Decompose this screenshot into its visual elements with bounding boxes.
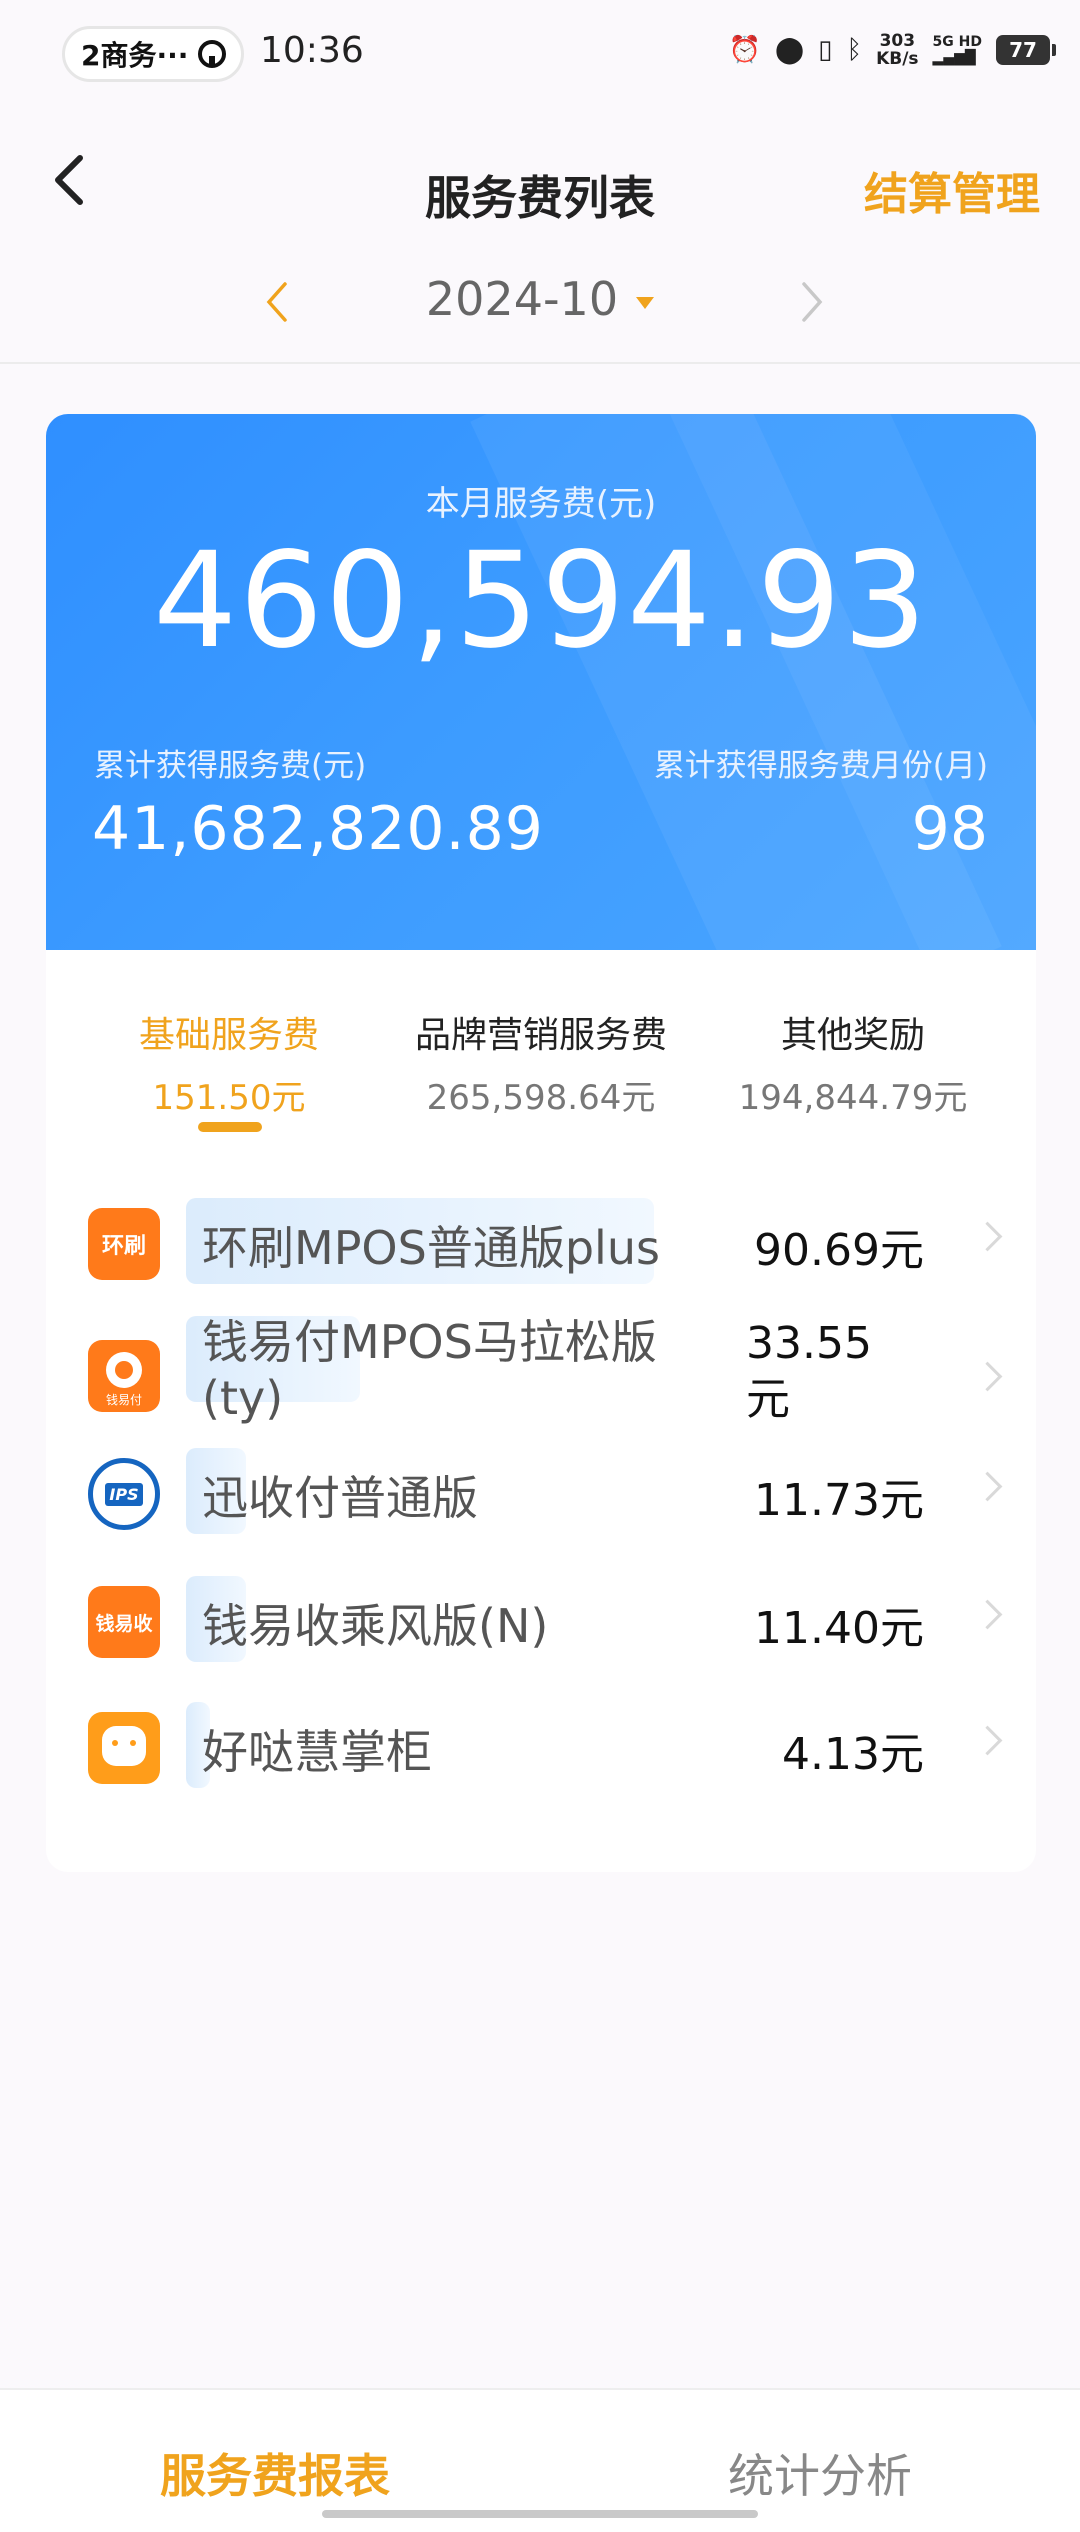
product-name: 环刷MPOS普通版plus bbox=[202, 1221, 660, 1275]
ips-logo-icon: IPS bbox=[88, 1458, 160, 1530]
month-label: 2024-10 bbox=[425, 272, 619, 326]
qianyishou-logo-icon: 钱易收 bbox=[88, 1586, 160, 1658]
status-icons: ⏰ ⬤ ▯ ᛒ 303 KB/s 5G HD ▂▄▆█ 77 bbox=[728, 31, 1056, 69]
month-fee-value: 460,594.93 bbox=[153, 524, 929, 678]
product-name: 钱易付MPOS马拉松版 (ty) bbox=[202, 1315, 657, 1425]
product-fee: 11.40元 bbox=[754, 1603, 924, 1654]
summary-card: 本月服务费(元) 460,594.93 累计获得服务费(元) 41,682,82… bbox=[46, 414, 1036, 950]
product-name: 钱易收乘风版(N) bbox=[202, 1599, 549, 1653]
chevron-right-icon bbox=[972, 1599, 1003, 1630]
list-item[interactable]: IPS 迅收付普通版 11.73元 bbox=[46, 1436, 1036, 1564]
header-divider bbox=[0, 362, 1080, 364]
nav-service-fee-report[interactable]: 服务费报表 bbox=[160, 2440, 390, 2506]
product-name: 好哒慧掌柜 bbox=[202, 1725, 432, 1779]
settlement-management-link[interactable]: 结算管理 bbox=[864, 158, 1040, 222]
tab-other-rewards[interactable]: 其他奖励 194,844.79元 bbox=[688, 1006, 1018, 1119]
net-speed: 303 KB/s bbox=[876, 31, 919, 69]
total-fee-label: 累计获得服务费(元) bbox=[94, 748, 367, 784]
total-months-label: 累计获得服务费月份(月) bbox=[653, 748, 988, 784]
haoda-logo-icon bbox=[88, 1712, 160, 1784]
product-name: 迅收付普通版 bbox=[202, 1471, 478, 1525]
total-months-value: 98 bbox=[911, 794, 988, 864]
list-item[interactable]: 环刷 环刷MPOS普通版plus 90.69元 bbox=[46, 1186, 1036, 1314]
tab-amount: 265,598.64元 bbox=[426, 1078, 656, 1118]
status-time: 10:36 bbox=[260, 30, 364, 71]
next-month-icon[interactable] bbox=[798, 280, 826, 324]
bluetooth-icon: ᛒ bbox=[846, 35, 863, 65]
home-indicator[interactable] bbox=[322, 2510, 758, 2518]
product-fee: 11.73元 bbox=[754, 1475, 924, 1526]
list-item[interactable]: 钱易付 钱易付MPOS马拉松版 (ty) 33.55 元 bbox=[46, 1304, 1036, 1454]
product-fee: 90.69元 bbox=[754, 1225, 924, 1276]
chevron-right-icon bbox=[972, 1471, 1003, 1502]
alarm-icon: ⏰ bbox=[728, 35, 762, 65]
active-tab-indicator bbox=[198, 1122, 262, 1132]
qianyifu-logo-icon: 钱易付 bbox=[88, 1340, 160, 1412]
location-icon: ⬤ bbox=[775, 35, 805, 65]
huanshua-logo-icon: 环刷 bbox=[88, 1208, 160, 1280]
tab-amount: 194,844.79元 bbox=[738, 1078, 968, 1118]
signal-icon: ▂▄▆█ bbox=[932, 50, 976, 66]
chevron-right-icon bbox=[972, 1725, 1003, 1756]
status-pill-label: 2商务··· bbox=[81, 39, 189, 72]
vibrate-icon: ▯ bbox=[818, 35, 833, 65]
total-fee-value: 41,682,820.89 bbox=[92, 794, 544, 864]
product-fee: 4.13元 bbox=[782, 1729, 924, 1780]
railway-icon bbox=[198, 40, 227, 68]
chevron-right-icon bbox=[972, 1361, 1003, 1392]
nav-statistics[interactable]: 统计分析 bbox=[728, 2440, 912, 2506]
dropdown-caret-icon bbox=[636, 296, 655, 309]
chevron-right-icon bbox=[972, 1221, 1003, 1252]
list-item[interactable]: 钱易收 钱易收乘风版(N) 11.40元 bbox=[46, 1564, 1036, 1692]
month-fee-label: 本月服务费(元) bbox=[425, 484, 657, 524]
tab-label: 基础服务费 bbox=[138, 1015, 319, 1056]
product-fee: 33.55 元 bbox=[746, 1318, 872, 1425]
tab-label: 品牌营销服务费 bbox=[414, 1015, 667, 1056]
month-selector[interactable]: 2024-10 bbox=[0, 272, 1080, 326]
tab-amount: 151.50元 bbox=[152, 1078, 306, 1118]
tab-label: 其他奖励 bbox=[780, 1015, 925, 1056]
battery-icon: 77 bbox=[996, 35, 1056, 65]
tab-basic-fee[interactable]: 基础服务费 151.50元 bbox=[64, 1006, 394, 1119]
network-indicator: 5G HD ▂▄▆█ bbox=[932, 34, 982, 66]
list-item[interactable]: 好哒慧掌柜 4.13元 bbox=[46, 1690, 1036, 1818]
tab-brand-marketing-fee[interactable]: 品牌营销服务费 265,598.64元 bbox=[376, 1006, 706, 1119]
status-app-pill[interactable]: 2商务··· bbox=[62, 26, 244, 82]
